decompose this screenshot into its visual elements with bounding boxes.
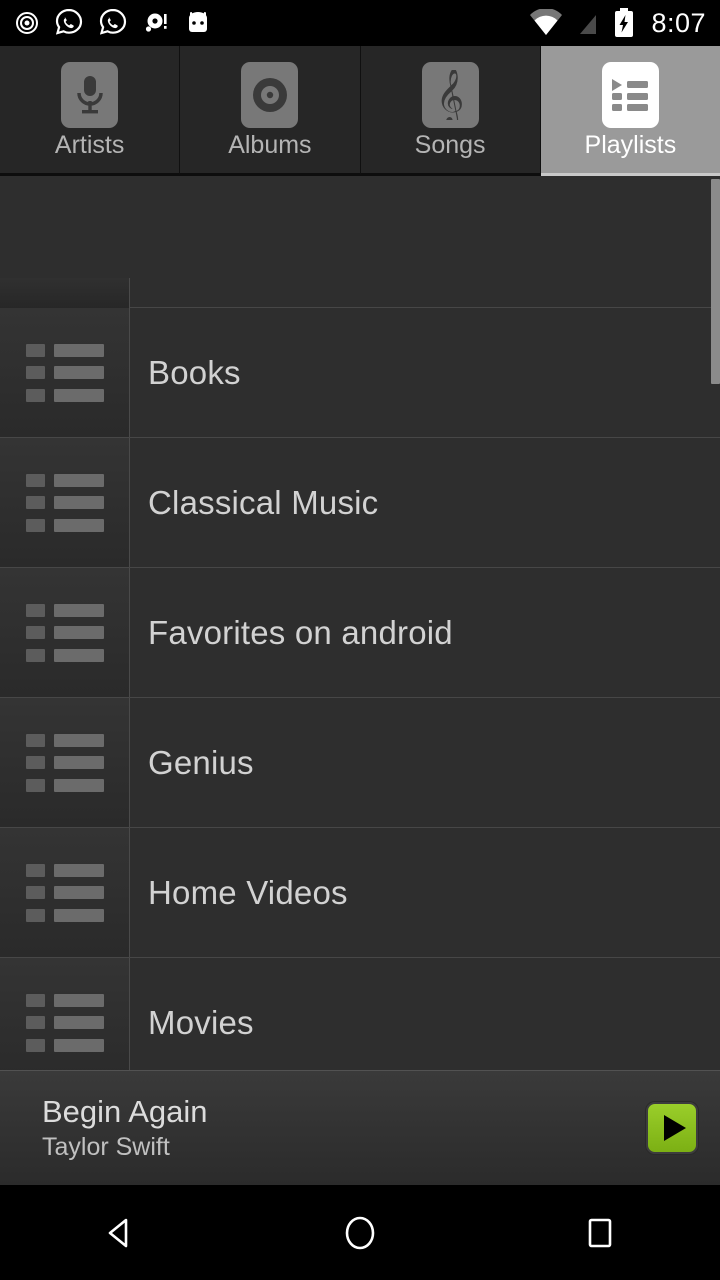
status-bar: 8:07	[0, 0, 720, 46]
playlist-icon	[0, 278, 130, 308]
list-item[interactable]: Genius	[0, 698, 720, 828]
recents-button[interactable]	[540, 1185, 660, 1280]
status-system-icons: 8:07	[529, 8, 706, 39]
no-signal-icon	[575, 9, 600, 37]
list-item[interactable]: Movies	[0, 958, 720, 1070]
list-item-partial-top[interactable]	[0, 278, 720, 308]
alert-circle-icon	[145, 13, 167, 32]
list-item[interactable]: Home Videos	[0, 828, 720, 958]
playlist-list[interactable]: Books Classical Music Favorites on andro…	[0, 176, 720, 1070]
now-playing-artist: Taylor Swift	[42, 1133, 170, 1162]
back-button[interactable]	[60, 1185, 180, 1280]
now-playing-title: Begin Again	[42, 1093, 208, 1129]
list-item[interactable]: Classical Music	[0, 438, 720, 568]
android-head-icon	[189, 12, 207, 32]
record-circle-icon	[16, 12, 38, 34]
playlist-name: Movies	[148, 1003, 254, 1041]
now-playing-bar[interactable]: Begin Again Taylor Swift	[0, 1070, 720, 1185]
battery-charging-icon	[615, 8, 634, 37]
whatsapp-icon	[55, 8, 83, 35]
playlist-icon	[0, 438, 130, 567]
whatsapp-icon	[99, 8, 127, 35]
home-button[interactable]	[300, 1185, 420, 1280]
playlist-name: Genius	[148, 743, 254, 781]
tab-artists-label: Artists	[54, 130, 125, 159]
playlist-name: Home Videos	[148, 873, 348, 911]
app-screen: 8:07 Artists Albums 𝄞 Songs Playlists Bo…	[0, 0, 720, 1280]
android-nav-bar	[0, 1185, 720, 1280]
playlist-icon	[0, 828, 130, 957]
playlist-name: Books	[148, 353, 241, 391]
playlist-icon	[0, 958, 130, 1070]
treble-clef-icon: 𝄞	[421, 61, 479, 128]
tab-artists[interactable]: Artists	[0, 46, 181, 176]
list-top-spacer	[0, 176, 720, 278]
list-scrollbar[interactable]	[711, 179, 720, 384]
status-clock: 8:07	[651, 7, 706, 38]
wifi-icon	[530, 9, 563, 35]
playlist-icon	[601, 61, 659, 128]
vinyl-disc-icon	[241, 61, 299, 128]
playlist-name: Classical Music	[148, 483, 379, 521]
list-item[interactable]: Books	[0, 308, 720, 438]
tab-songs[interactable]: 𝄞 Songs	[360, 46, 541, 176]
list-item[interactable]: Favorites on android	[0, 568, 720, 698]
playlist-name: Favorites on android	[148, 613, 453, 651]
playlist-icon	[0, 308, 130, 437]
play-button[interactable]	[646, 1102, 698, 1154]
svg-text:𝄞: 𝄞	[436, 70, 464, 120]
status-notification-icons	[14, 8, 529, 38]
tab-playlists-label: Playlists	[584, 130, 677, 159]
play-icon	[663, 1115, 686, 1141]
microphone-icon	[61, 61, 119, 128]
tab-playlists[interactable]: Playlists	[540, 46, 720, 176]
tab-albums[interactable]: Albums	[180, 46, 361, 176]
now-playing-info: Begin Again Taylor Swift	[42, 1093, 646, 1162]
tab-bar: Artists Albums 𝄞 Songs Playlists	[0, 46, 720, 176]
playlist-icon	[0, 698, 130, 827]
tab-albums-label: Albums	[228, 130, 312, 159]
tab-songs-label: Songs	[414, 130, 486, 159]
playlist-icon	[0, 568, 130, 697]
